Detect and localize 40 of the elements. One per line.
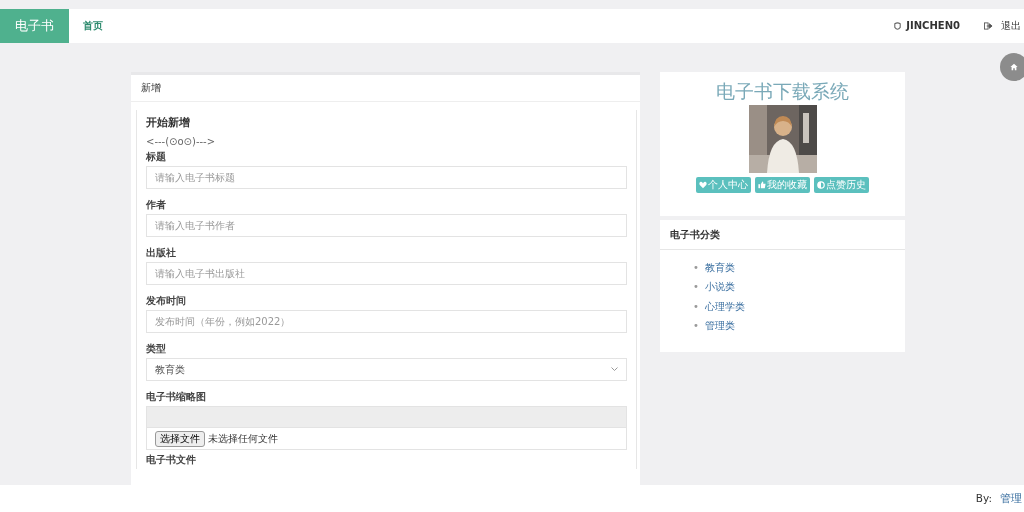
field-label: 标题 <box>146 151 166 163</box>
select-field[interactable]: 教育类 <box>146 358 627 381</box>
card-header-title: 电子书分类 <box>670 228 720 241</box>
card-header-title: 新增 <box>141 82 161 94</box>
home-icon <box>1010 63 1018 71</box>
category-link[interactable]: 教育类 <box>704 261 735 274</box>
bullet: • <box>693 300 699 313</box>
category-link[interactable]: 管理类 <box>704 320 735 333</box>
field-label: 电子书文件 <box>146 454 196 466</box>
logout-icon <box>984 22 993 30</box>
footer-by: By: <box>975 492 992 505</box>
logout-link[interactable]: 退出 <box>1001 20 1021 32</box>
category-link[interactable]: 心理学类 <box>704 300 745 313</box>
thumbs-up-icon <box>758 181 766 189</box>
field-label: 出版社 <box>146 247 176 259</box>
field-label: 发布时间 <box>146 295 186 307</box>
form-subtitle: <---(⊙o⊙)---> <box>146 136 217 148</box>
bullet: • <box>693 261 699 274</box>
home-button[interactable] <box>1000 53 1024 81</box>
input-field[interactable]: 发布时间（年份，例如2022） <box>146 310 627 333</box>
nav-link[interactable]: 首页 <box>83 20 103 32</box>
user-icon <box>893 21 903 31</box>
category-link[interactable]: 小说类 <box>704 281 735 294</box>
field-label: 作者 <box>146 199 166 211</box>
input-field[interactable]: 请输入电子书标题 <box>146 166 627 189</box>
input-field[interactable]: 请输入电子书出版社 <box>146 262 627 285</box>
bullet: • <box>693 281 699 294</box>
site-title: 电子书下载系统 <box>715 82 850 101</box>
chevron-down-icon <box>611 367 618 372</box>
username-link[interactable]: JINCHEN0 <box>906 20 960 32</box>
author-link[interactable]: 管理 <box>1000 492 1022 505</box>
field-label: 类型 <box>146 343 166 355</box>
field-label: 电子书缩略图 <box>146 391 206 403</box>
bullet: • <box>693 320 699 333</box>
file-status: 未选择任何文件 <box>208 432 278 445</box>
form-title: 开始新增 <box>146 116 191 130</box>
heart-icon <box>699 181 707 189</box>
choose-file-button[interactable]: 选择文件 <box>155 430 205 447</box>
half-circle-icon <box>817 181 825 189</box>
input-field[interactable]: 请输入电子书作者 <box>146 214 627 237</box>
